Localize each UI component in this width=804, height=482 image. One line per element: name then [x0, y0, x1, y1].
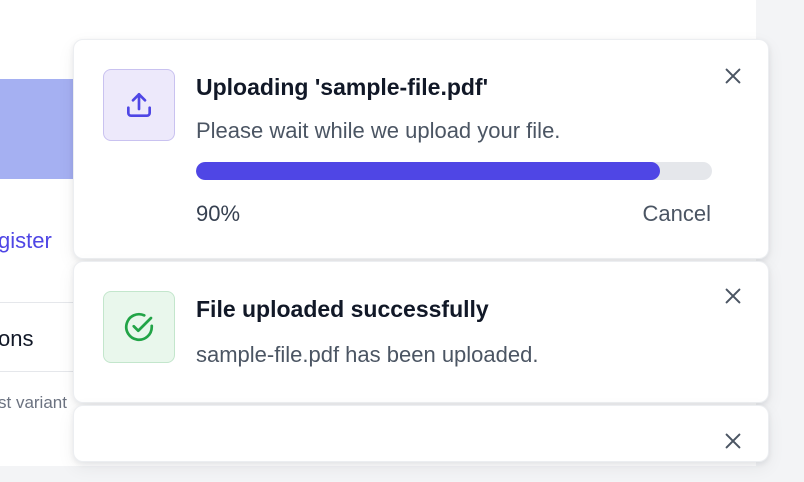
upload-toast-title: Uploading 'sample-file.pdf' — [196, 74, 489, 100]
cancel-upload-button[interactable]: Cancel — [643, 201, 711, 227]
success-icon-container — [103, 291, 175, 363]
success-toast-title: File uploaded successfully — [196, 296, 489, 322]
upload-icon-container — [103, 69, 175, 141]
stacked-toast — [73, 405, 769, 462]
check-circle-icon — [124, 312, 154, 342]
upload-progress-toast: Uploading 'sample-file.pdf' Please wait … — [73, 39, 769, 259]
close-icon — [725, 433, 741, 449]
upload-progress-percent: 90% — [196, 201, 241, 226]
close-icon — [725, 68, 741, 84]
background-register-link[interactable]: gister — [0, 228, 52, 254]
upload-success-toast: File uploaded successfully sample-file.p… — [73, 261, 769, 403]
background-row-text: ons — [0, 326, 34, 351]
success-toast-message: sample-file.pdf has been uploaded. — [196, 342, 539, 367]
background-caption: st variant — [0, 393, 67, 412]
close-upload-toast-button[interactable] — [719, 62, 747, 90]
close-success-toast-button[interactable] — [719, 282, 747, 310]
upload-progress-bar — [196, 162, 712, 180]
close-icon — [725, 288, 741, 304]
upload-toast-message: Please wait while we upload your file. — [196, 118, 561, 143]
upload-progress-fill — [196, 162, 661, 180]
close-stacked-toast-button[interactable] — [719, 427, 747, 455]
upload-icon — [127, 93, 151, 117]
